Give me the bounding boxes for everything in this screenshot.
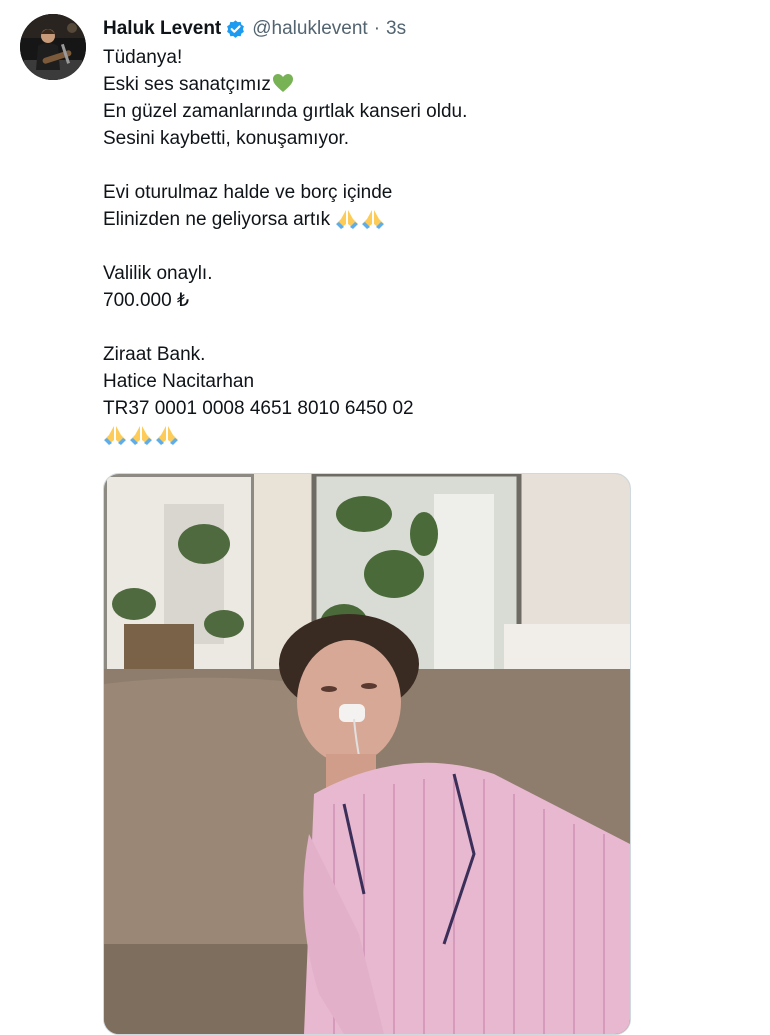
- text-line: Eski ses sanatçımız: [103, 71, 723, 98]
- text-line: TR37 0001 0008 4651 8010 6450 02: [103, 398, 414, 419]
- folded-hands-emoji: [129, 423, 153, 453]
- text-line: 700.000 ₺: [103, 290, 190, 311]
- text-line: Hatice Nacitarhan: [103, 371, 255, 392]
- text-line-content: Elinizden ne geliyorsa artık: [103, 209, 331, 230]
- text-line: Tüdanya!: [103, 47, 183, 68]
- text-line: Ziraat Bank.: [103, 344, 206, 365]
- folded-hands-emoji: [335, 207, 359, 237]
- emoji-line: [103, 422, 723, 449]
- separator-dot: ·: [373, 18, 381, 39]
- tweet[interactable]: Haluk Levent @haluklevent · 3s Tüdanya! …: [0, 0, 770, 1035]
- author-avatar[interactable]: [20, 14, 86, 80]
- folded-hands-emoji: [103, 423, 127, 453]
- photo-woman-on-couch: [104, 474, 630, 1034]
- verified-badge-icon: [225, 19, 246, 40]
- text-line: Valilik onaylı.: [103, 263, 213, 284]
- text-line-content: Eski ses sanatçımız: [103, 74, 271, 95]
- author-handle[interactable]: @haluklevent: [252, 18, 367, 40]
- text-line: En güzel zamanlarında gırtlak kanseri ol…: [103, 101, 468, 122]
- tweet-photo[interactable]: [103, 473, 631, 1035]
- text-line: Sesini kaybetti, konuşamıyor.: [103, 128, 350, 149]
- tweet-header: Haluk Levent @haluklevent · 3s: [103, 14, 406, 44]
- folded-hands-emoji: [155, 423, 179, 453]
- author-display-name[interactable]: Haluk Levent: [103, 18, 221, 40]
- avatar-photo: [20, 14, 86, 80]
- text-line: Evi oturulmaz halde ve borç içinde: [103, 182, 393, 203]
- text-line: Elinizden ne geliyorsa artık: [103, 206, 723, 233]
- tweet-text: Tüdanya! Eski ses sanatçımız En güzel za…: [103, 44, 723, 449]
- tweet-timestamp[interactable]: 3s: [386, 18, 406, 40]
- folded-hands-emoji: [361, 207, 385, 237]
- green-heart-emoji: [272, 73, 294, 101]
